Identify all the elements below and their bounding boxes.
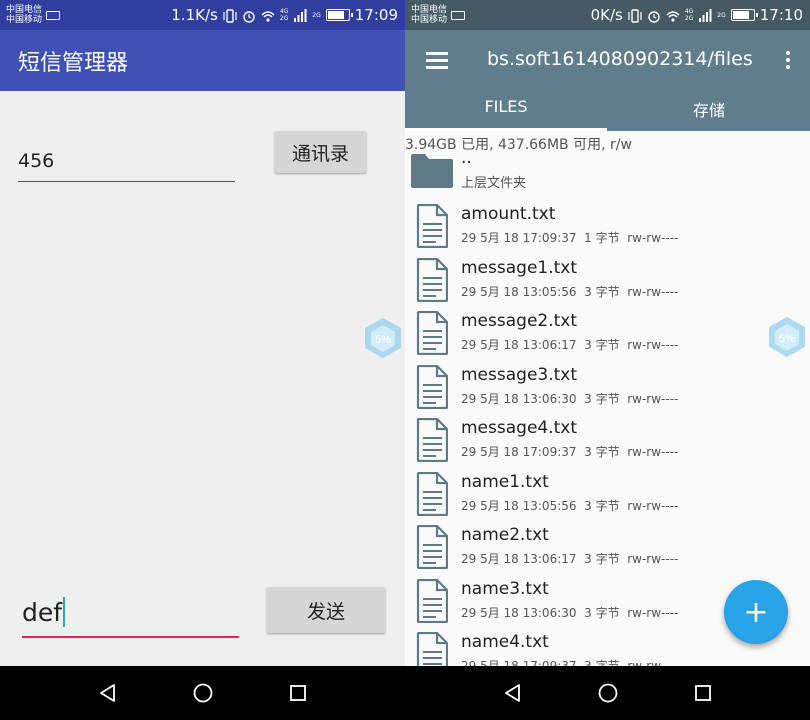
phone-number-value: 456 — [18, 149, 55, 172]
signal-type-labels: 4G 2G — [684, 8, 694, 22]
signal-icon — [698, 8, 712, 22]
file-name: name2.txt — [461, 525, 549, 545]
floating-ball-text: 5% — [375, 334, 391, 346]
status-bar: 中国电信 中国移动 0K/s 4G 2G 2G 17:10 — [405, 0, 810, 30]
battery-icon — [325, 9, 353, 21]
file-name: name1.txt — [461, 471, 549, 492]
app-bar: bs.soft1614080902314/files FILES 存储 — [405, 30, 810, 131]
message-value: def — [22, 597, 63, 627]
file-row[interactable]: name2.txt 29 5月 18 13:06:17 3 字节 rw-rw---… — [405, 521, 810, 574]
add-button[interactable]: + — [724, 580, 788, 644]
file-name: message1.txt — [461, 257, 578, 278]
wifi-icon — [261, 8, 275, 22]
text-file-icon — [416, 525, 448, 569]
file-name: message4.txt — [461, 418, 578, 438]
file-row[interactable]: name1.txt 29 5月 18 13:05:56 3 字节 rw-rw---… — [405, 468, 810, 521]
battery-icon — [730, 9, 758, 21]
sms-manager-screen: 中国电信 中国移动 1.1K/s 4G 2G 2G 17:09 短信管理器 45… — [0, 0, 405, 720]
alarm-icon — [242, 8, 256, 23]
carrier-telecom: 中国电信 — [411, 5, 448, 15]
signal2-type-label: 2G — [717, 11, 726, 19]
file-row[interactable]: message2.txt 29 5月 18 13:06:17 3 字节 rw-rw… — [405, 307, 810, 360]
wifi-icon — [666, 8, 680, 22]
vibrate-icon — [628, 8, 642, 23]
signal2-type-label: 2G — [312, 11, 321, 19]
active-tab-indicator — [405, 128, 607, 131]
image-icon — [451, 10, 466, 20]
app-bar: 短信管理器 — [0, 30, 405, 91]
carrier-labels: 中国电信 中国移动 — [411, 5, 447, 25]
clock: 17:09 — [354, 6, 398, 24]
text-caret — [63, 597, 66, 627]
file-name: amount.txt — [461, 204, 556, 224]
file-name: name3.txt — [461, 578, 549, 599]
folder-icon — [411, 154, 453, 188]
carrier-telecom: 中国电信 — [6, 5, 43, 15]
keyboard-icon — [46, 10, 61, 20]
file-row[interactable]: message4.txt 29 5月 18 17:09:37 3 字节 rw-rw… — [405, 414, 810, 467]
text-file-icon — [416, 257, 448, 302]
floating-ball-icon[interactable]: 5% — [364, 317, 402, 359]
carrier-mobile: 中国移动 — [6, 15, 43, 25]
status-bar: 中国电信 中国移动 1.1K/s 4G 2G 2G 17:09 — [0, 0, 405, 30]
carrier-labels: 中国电信 中国移动 — [6, 5, 42, 25]
floating-ball-text: 5% — [779, 333, 795, 345]
message-input[interactable]: def — [22, 588, 239, 638]
file-row[interactable]: message1.txt 29 5月 18 13:05:56 3 字节 rw-rw… — [405, 254, 810, 307]
parent-folder-label: 上层文件夹 — [461, 176, 527, 191]
text-file-icon — [416, 204, 448, 248]
file-row[interactable]: amount.txt 29 5月 18 17:09:37 1 字节 rw-rw--… — [405, 200, 810, 253]
file-meta: 29 5月 18 13:06:17 3 字节 rw-rw---- — [461, 552, 679, 566]
tab-storage-label: 存储 — [692, 101, 725, 120]
signal-icon — [293, 8, 307, 22]
file-name: name4.txt — [461, 632, 549, 652]
network-speed: 0K/s — [590, 6, 623, 24]
file-meta: 29 5月 18 17:09:37 3 字节 rw-rw---- — [461, 445, 679, 459]
file-meta: 29 5月 18 13:05:56 3 字节 rw-rw---- — [461, 498, 679, 513]
vibrate-icon — [223, 8, 237, 23]
file-meta: 29 5月 18 17:09:37 1 字节 rw-rw---- — [461, 231, 679, 245]
back-icon[interactable] — [97, 682, 119, 704]
home-icon[interactable] — [192, 682, 214, 704]
file-name: message2.txt — [461, 311, 578, 331]
signal-type-labels: 4G 2G — [279, 8, 289, 22]
back-icon[interactable] — [502, 682, 524, 704]
contacts-button[interactable]: 通讯录 — [275, 131, 366, 173]
floating-ball-icon[interactable]: 5% — [768, 316, 806, 358]
text-file-icon — [416, 578, 448, 623]
send-button[interactable]: 发送 — [267, 587, 385, 633]
file-meta: 29 5月 18 13:06:17 3 字节 rw-rw---- — [461, 338, 679, 352]
navigation-bar — [405, 666, 810, 720]
carrier-mobile: 中国移动 — [411, 15, 448, 25]
clock: 17:10 — [759, 6, 803, 24]
home-icon[interactable] — [597, 682, 619, 704]
tab-storage[interactable]: 存储 — [608, 97, 810, 131]
phone-number-input[interactable]: 456 — [18, 140, 235, 182]
hamburger-menu-icon[interactable] — [426, 52, 448, 69]
network-speed: 1.1K/s — [171, 6, 218, 24]
text-file-icon — [416, 471, 448, 516]
text-file-icon — [416, 418, 448, 462]
file-manager-screen: 中国电信 中国移动 0K/s 4G 2G 2G 17:10 bs.soft161… — [405, 0, 810, 720]
parent-folder-name: .. — [461, 148, 472, 168]
more-vert-icon[interactable] — [786, 51, 790, 72]
navigation-bar — [0, 666, 405, 720]
app-title: 短信管理器 — [18, 50, 129, 76]
recents-icon[interactable] — [692, 682, 714, 704]
tab-files-label: FILES — [484, 97, 528, 116]
file-meta: 29 5月 18 13:05:56 3 字节 rw-rw---- — [461, 284, 679, 299]
alarm-icon — [647, 8, 661, 23]
text-file-icon — [416, 364, 448, 409]
recents-icon[interactable] — [287, 682, 309, 704]
file-meta: 29 5月 18 13:06:30 3 字节 rw-rw---- — [461, 391, 679, 406]
add-icon: + — [743, 594, 769, 630]
file-meta: 29 5月 18 13:06:30 3 字节 rw-rw---- — [461, 605, 679, 620]
text-file-icon — [416, 311, 448, 355]
tab-files[interactable]: FILES — [405, 97, 607, 131]
path-title: bs.soft1614080902314/files — [487, 48, 753, 70]
parent-folder-row[interactable]: .. 上层文件夹 — [405, 148, 810, 201]
file-name: message3.txt — [461, 364, 578, 385]
file-row[interactable]: message3.txt 29 5月 18 13:06:30 3 字节 rw-rw… — [405, 361, 810, 414]
